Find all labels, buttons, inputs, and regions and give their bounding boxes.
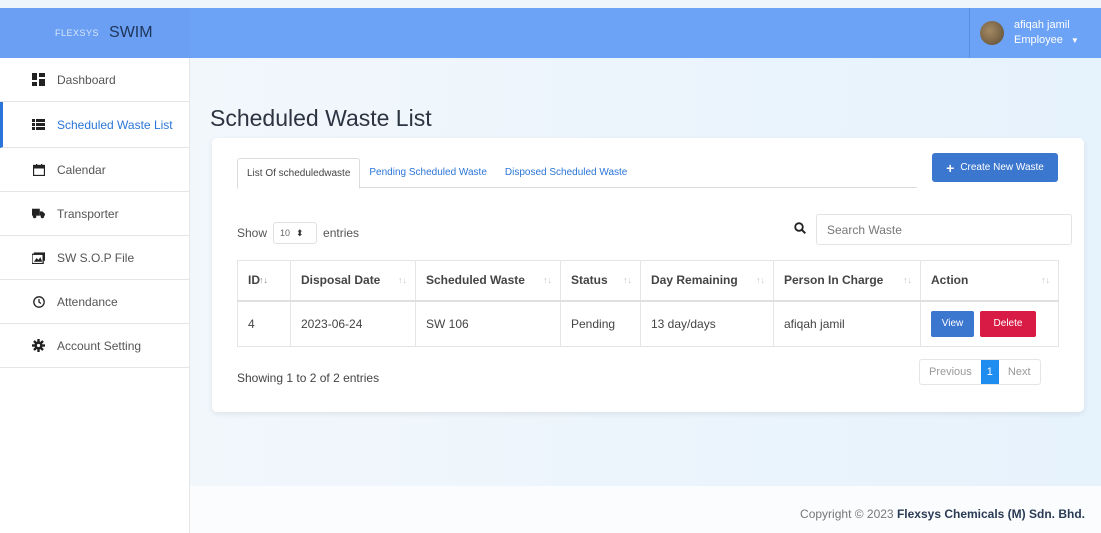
sidebar-item-sop-file[interactable]: SW S.O.P File xyxy=(0,236,189,280)
entries-length-control: Show 10 ⬍ entries xyxy=(237,222,359,244)
tab-bar: List Of scheduledwaste Pending Scheduled… xyxy=(237,158,917,189)
sidebar-item-label: Dashboard xyxy=(57,72,116,87)
sidebar-item-label: Scheduled Waste List xyxy=(57,117,173,132)
cell-day-remaining: 13 day/days xyxy=(640,300,774,347)
cell-id: 4 xyxy=(237,300,291,347)
cell-person-in-charge: afiqah jamil xyxy=(773,300,921,347)
sidebar-item-label: Calendar xyxy=(57,162,106,177)
tab-pending-scheduled-waste[interactable]: Pending Scheduled Waste xyxy=(360,158,496,187)
table-row: 4 2023-06-24 SW 106 Pending 13 day/days … xyxy=(237,300,1059,347)
calendar-icon xyxy=(32,163,45,176)
footer: Copyright © 2023 Flexsys Chemicals (M) S… xyxy=(190,486,1101,533)
brand-logo: FLEXSYS xyxy=(55,28,100,38)
column-header-action[interactable]: Action ↑↓ xyxy=(920,260,1059,302)
sidebar-item-transporter[interactable]: Transporter xyxy=(0,192,189,236)
create-new-waste-label: Create New Waste xyxy=(960,162,1044,173)
column-header-status[interactable]: Status ↑↓ xyxy=(560,260,641,302)
sort-icon: ↑↓ xyxy=(1041,275,1050,285)
sort-arrows-icon: ⬍ xyxy=(296,227,304,238)
page-title: Scheduled Waste List xyxy=(210,105,432,131)
column-header-day-remaining[interactable]: Day Remaining ↑↓ xyxy=(640,260,774,302)
view-button[interactable]: View xyxy=(931,310,974,337)
tab-list-of-scheduledwaste[interactable]: List Of scheduledwaste xyxy=(237,158,361,189)
sidebar-item-label: Attendance xyxy=(57,294,118,309)
user-role: Employee ▼ xyxy=(1014,34,1079,46)
avatar xyxy=(980,21,1004,45)
show-label: Show xyxy=(237,226,268,240)
main-content: Scheduled Waste List List Of scheduledwa… xyxy=(190,58,1101,533)
column-header-disposal-date[interactable]: Disposal Date ↑↓ xyxy=(290,260,416,302)
sort-icon: ↑↓ xyxy=(259,275,268,285)
cell-status: Pending xyxy=(560,300,641,347)
company-name: Flexsys Chemicals (M) Sdn. Bhd. xyxy=(896,507,1085,521)
sidebar-item-calendar[interactable]: Calendar xyxy=(0,148,189,192)
sidebar: Dashboard Scheduled Waste List Calendar … xyxy=(0,58,190,533)
sidebar-item-label: Account Setting xyxy=(57,338,142,353)
waste-list-card: List Of scheduledwaste Pending Scheduled… xyxy=(212,138,1084,412)
sort-icon: ↑↓ xyxy=(903,275,912,285)
column-header-scheduled-waste[interactable]: Scheduled Waste ↑↓ xyxy=(415,260,561,302)
sidebar-item-label: Transporter xyxy=(57,206,119,221)
gear-icon xyxy=(32,339,45,352)
table-header-row: ID ↑↓ Disposal Date ↑↓ Scheduled Waste ↑↓ S… xyxy=(237,260,1059,302)
search-box xyxy=(794,214,1072,245)
pagination-page-1[interactable]: 1 xyxy=(980,360,999,384)
sort-icon: ↑↓ xyxy=(398,275,407,285)
copyright-prefix: Copyright © 2023 xyxy=(800,507,897,521)
sidebar-item-attendance[interactable]: Attendance xyxy=(0,280,189,324)
pagination-previous[interactable]: Previous xyxy=(920,360,981,384)
create-new-waste-button[interactable]: + Create New Waste xyxy=(932,153,1058,182)
delete-button[interactable]: Delete xyxy=(980,310,1036,337)
entries-label: entries xyxy=(323,226,360,240)
sidebar-item-dashboard[interactable]: Dashboard xyxy=(0,58,189,102)
image-file-icon xyxy=(32,251,45,264)
waste-table: ID ↑↓ Disposal Date ↑↓ Scheduled Waste ↑↓ S… xyxy=(237,260,1059,347)
dashboard-icon xyxy=(32,73,45,86)
top-navbar: FLEXSYS SWIM afiqah jamil Employee ▼ xyxy=(0,8,1101,58)
cell-action: View Delete xyxy=(920,300,1059,347)
pagination-next[interactable]: Next xyxy=(999,360,1040,384)
caret-down-icon: ▼ xyxy=(1070,36,1079,45)
sort-icon: ↑↓ xyxy=(623,275,632,285)
sort-icon: ↑↓ xyxy=(543,275,552,285)
plus-icon: + xyxy=(946,159,955,176)
column-header-id[interactable]: ID ↑↓ xyxy=(237,260,291,302)
user-menu[interactable]: afiqah jamil Employee ▼ xyxy=(969,8,1101,58)
brand[interactable]: FLEXSYS SWIM xyxy=(0,8,190,58)
user-name: afiqah jamil xyxy=(1014,19,1070,31)
search-icon xyxy=(794,221,807,239)
sort-icon: ↑↓ xyxy=(756,275,765,285)
cell-scheduled-waste: SW 106 xyxy=(415,300,561,347)
app-name: SWIM xyxy=(109,24,153,41)
sidebar-item-label: SW S.O.P File xyxy=(57,250,135,265)
entries-value: 10 xyxy=(280,228,291,238)
sidebar-item-scheduled-waste-list[interactable]: Scheduled Waste List xyxy=(0,102,189,148)
column-header-person-in-charge[interactable]: Person In Charge ↑↓ xyxy=(773,260,921,302)
search-input[interactable] xyxy=(816,214,1072,245)
pagination: Previous 1 Next xyxy=(919,359,1041,385)
clock-icon xyxy=(32,295,45,308)
cell-disposal-date: 2023-06-24 xyxy=(290,300,416,347)
tab-disposed-scheduled-waste[interactable]: Disposed Scheduled Waste xyxy=(496,158,636,187)
table-info: Showing 1 to 2 of 2 entries xyxy=(237,371,380,385)
sidebar-item-account-setting[interactable]: Account Setting xyxy=(0,324,189,368)
entries-select[interactable]: 10 ⬍ xyxy=(273,222,318,244)
truck-icon xyxy=(32,207,45,220)
list-icon xyxy=(32,118,45,131)
copyright: Copyright © 2023 Flexsys Chemicals (M) S… xyxy=(800,507,1085,521)
